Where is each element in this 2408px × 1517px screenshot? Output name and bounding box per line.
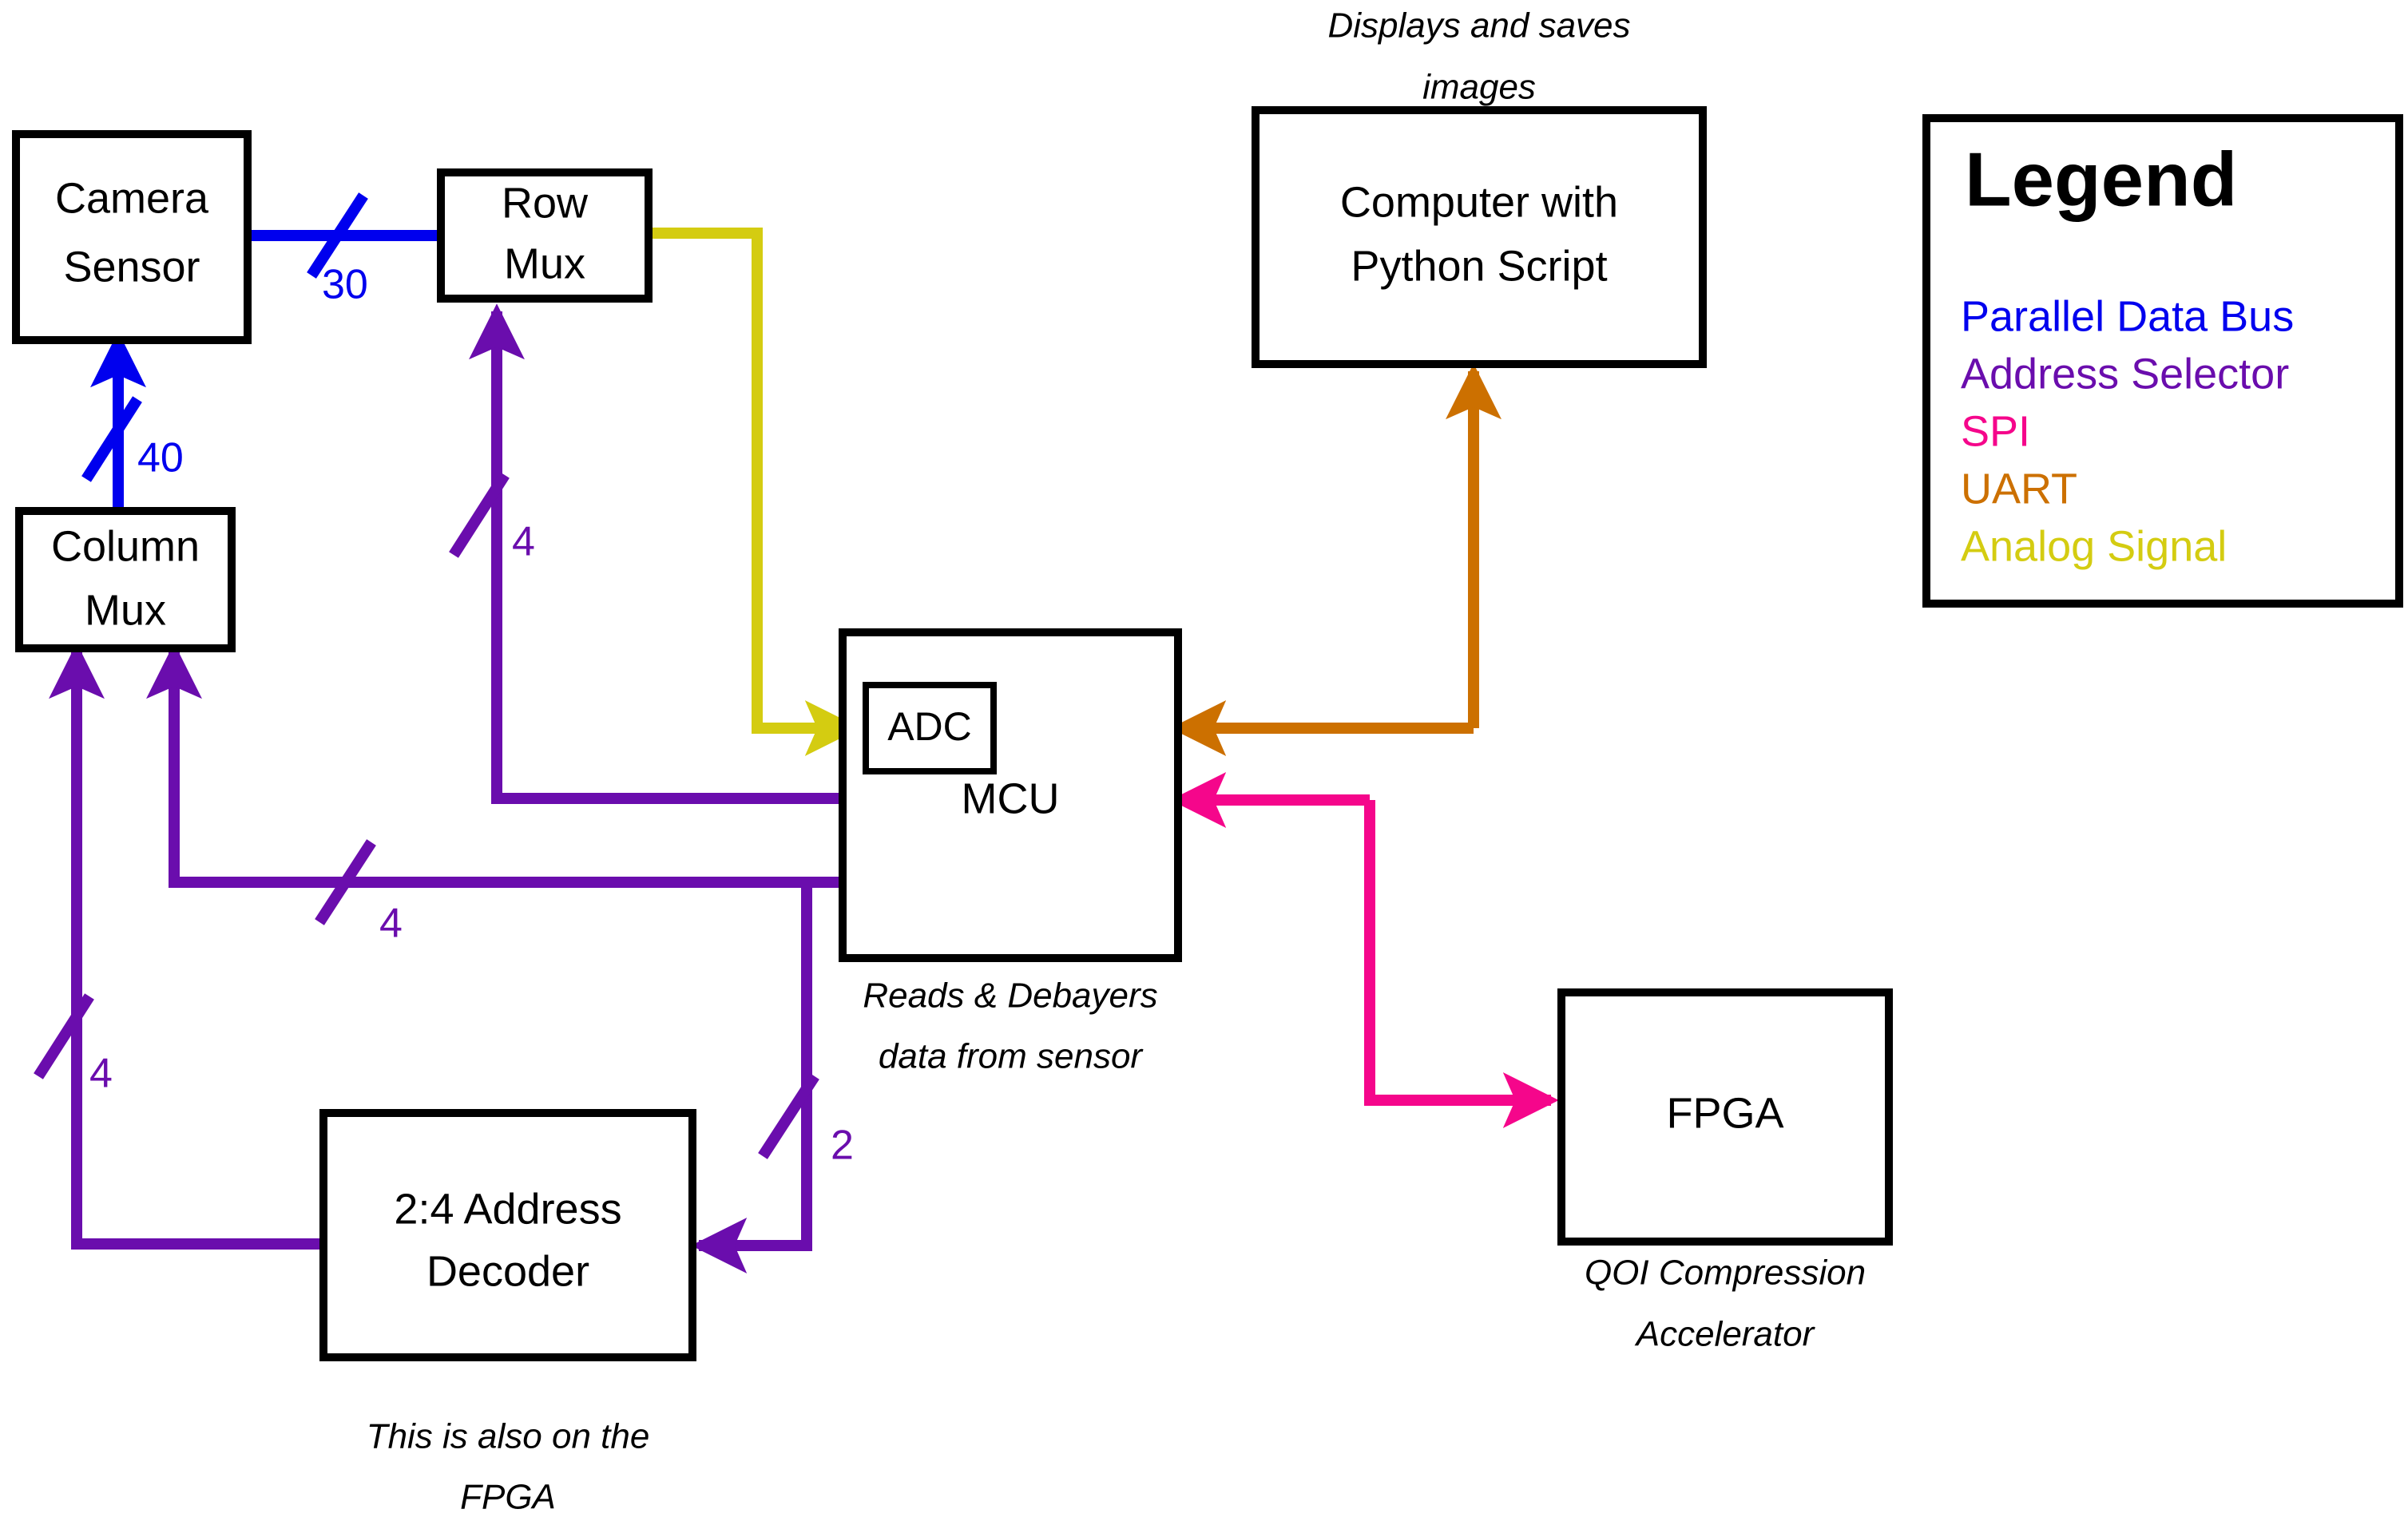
block-column-mux[interactable]: Column Mux xyxy=(15,507,236,652)
bus-label-mcu-to-decoder: 2 xyxy=(831,1123,854,1169)
bus-label-colmux-to-sensor: 40 xyxy=(137,435,184,481)
address-decoder-caption-line1: This is also on the xyxy=(367,1417,650,1456)
camera-sensor-label-line2: Sensor xyxy=(63,243,200,291)
bus-label-mcu-to-colmux: 4 xyxy=(379,901,403,947)
computer-caption-line2: images xyxy=(1422,68,1536,107)
block-mcu[interactable]: ADC MCU xyxy=(839,628,1182,962)
address-decoder-caption-line2: FPGA xyxy=(460,1478,556,1517)
caption-mcu: Reads & Debayers data from sensor xyxy=(863,976,1157,1076)
block-address-decoder[interactable]: 2:4 Address Decoder xyxy=(319,1109,696,1361)
fpga-caption-line1: QOI Compression xyxy=(1585,1254,1866,1293)
row-mux-label-line1: Row xyxy=(502,179,589,227)
legend-panel: Legend Parallel Data Bus Address Selecto… xyxy=(1922,114,2403,608)
bus-label-mcu-to-rowmux: 4 xyxy=(512,519,535,565)
legend-item-uart: UART xyxy=(1961,465,2077,513)
diagram-svg: Camera Sensor Column Mux Row Mux ADC MCU… xyxy=(12,6,2403,1517)
caption-fpga: QOI Compression Accelerator xyxy=(1585,1254,1866,1354)
wire-mcu-to-decoder xyxy=(691,882,819,1273)
block-row-mux[interactable]: Row Mux xyxy=(437,168,653,303)
computer-label-line1: Computer with xyxy=(1340,178,1618,226)
block-camera-sensor[interactable]: Camera Sensor xyxy=(12,130,252,344)
legend-item-analog-signal: Analog Signal xyxy=(1961,522,2227,570)
fpga-caption-line2: Accelerator xyxy=(1634,1315,1816,1354)
address-decoder-label-line1: 2:4 Address xyxy=(394,1185,621,1233)
computer-caption-line1: Displays and saves xyxy=(1327,6,1630,46)
wire-colmux-to-sensor xyxy=(81,331,146,511)
block-adc[interactable]: ADC xyxy=(863,682,997,774)
legend-item-address-selector: Address Selector xyxy=(1961,350,2289,398)
caption-computer: Displays and saves images xyxy=(1327,6,1630,107)
mcu-caption-line1: Reads & Debayers xyxy=(863,976,1157,1016)
caption-address-decoder: This is also on the FPGA xyxy=(367,1417,650,1517)
legend-item-parallel-data-bus: Parallel Data Bus xyxy=(1961,292,2294,340)
bus-label-decoder-to-colmux: 4 xyxy=(89,1051,113,1097)
mcu-caption-line2: data from sensor xyxy=(879,1037,1144,1076)
wire-rowmux-to-adc xyxy=(649,228,861,756)
computer-label-line2: Python Script xyxy=(1351,242,1607,290)
wire-spi-mcu-fpga xyxy=(1170,772,1559,1128)
wire-uart-mcu-computer xyxy=(1170,363,1502,756)
fpga-label: FPGA xyxy=(1666,1089,1783,1137)
mcu-label: MCU xyxy=(962,774,1060,822)
camera-sensor-label-line1: Camera xyxy=(55,174,209,222)
address-decoder-label-line2: Decoder xyxy=(426,1247,589,1295)
adc-label: ADC xyxy=(887,704,972,749)
row-mux-label-line2: Mux xyxy=(504,240,585,287)
block-computer[interactable]: Computer with Python Script xyxy=(1252,106,1707,368)
legend-title: Legend xyxy=(1965,137,2237,222)
bus-label-sensor-to-rowmux: 30 xyxy=(322,262,368,308)
column-mux-label-line2: Mux xyxy=(85,586,166,634)
column-mux-label-line1: Column xyxy=(51,522,200,570)
wire-mcu-to-colmux xyxy=(146,643,843,925)
legend-item-spi: SPI xyxy=(1961,407,2030,455)
wire-decoder-to-colmux xyxy=(34,643,323,1250)
block-diagram-canvas: Camera Sensor Column Mux Row Mux ADC MCU… xyxy=(0,0,2408,1517)
block-fpga[interactable]: FPGA xyxy=(1557,988,1893,1246)
